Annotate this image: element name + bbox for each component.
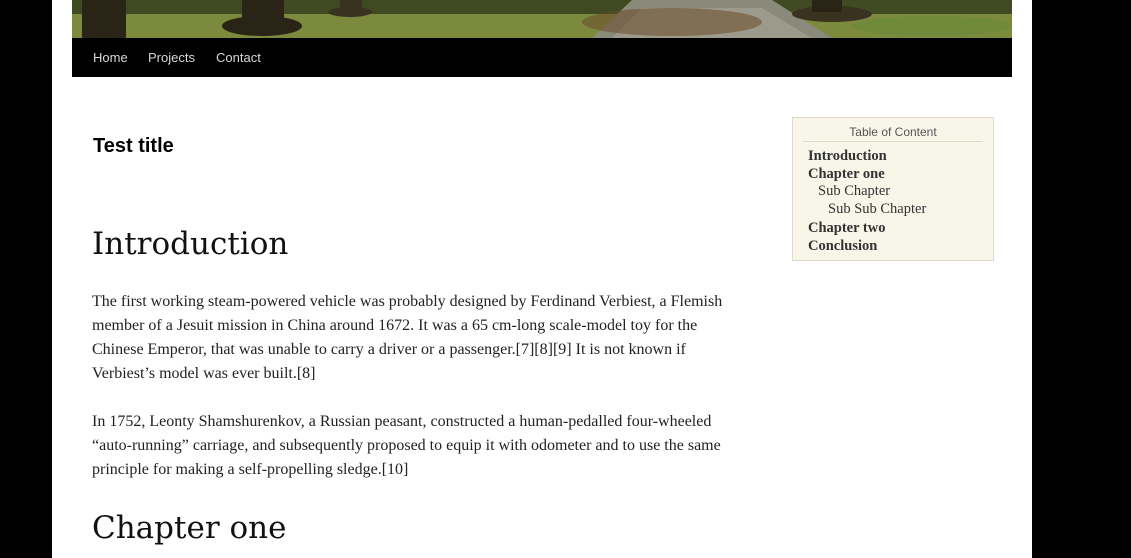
toc-item-conclusion[interactable]: Conclusion	[808, 238, 877, 255]
header-banner-image	[72, 0, 1012, 38]
toc-item-sub-chapter[interactable]: Sub Chapter	[818, 183, 890, 200]
paragraph: The first working steam-powered vehicle …	[92, 293, 723, 382]
nav-item-home[interactable]: Home	[93, 50, 128, 65]
nav-item-contact[interactable]: Contact	[216, 50, 261, 65]
section-heading-chapter-one: Chapter one	[92, 510, 287, 546]
post-title: Test title	[93, 135, 174, 157]
paragraph: In 1752, Leonty Shamshurenkov, a Russian…	[92, 413, 721, 478]
toc-item-introduction[interactable]: Introduction	[808, 148, 887, 165]
toc-item-chapter-two[interactable]: Chapter two	[808, 220, 885, 237]
toc-item-chapter-one[interactable]: Chapter one	[808, 166, 885, 183]
toc-item-sub-sub-chapter[interactable]: Sub Sub Chapter	[828, 201, 926, 218]
table-of-contents: Table of Content Introduction Chapter on…	[792, 117, 994, 261]
nav-item-projects[interactable]: Projects	[148, 50, 195, 65]
toc-title: Table of Content	[803, 125, 983, 142]
main-navigation: Home Projects Contact	[72, 38, 1012, 77]
section-heading-introduction: Introduction	[92, 226, 289, 262]
